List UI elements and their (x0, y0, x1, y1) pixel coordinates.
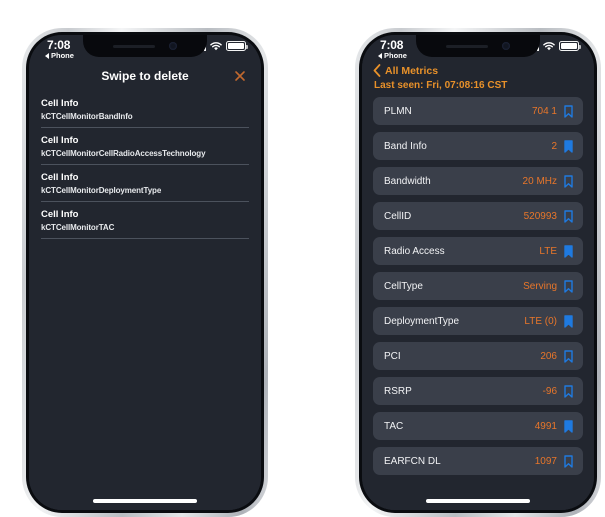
left-phone-device: 7:08 Phone Swipe to delete Cell Info kCT… (22, 28, 268, 517)
metric-value: 1097 (534, 455, 557, 467)
metric-value: -96 (542, 385, 557, 397)
left-header: Swipe to delete (29, 61, 261, 91)
left-phone-bezel: 7:08 Phone Swipe to delete Cell Info kCT… (26, 32, 264, 513)
table-row[interactable]: Bandwidth 20 MHz (373, 167, 583, 195)
list-item[interactable]: Cell Info kCTCellMonitorDeploymentType (41, 165, 249, 202)
metric-label: CellID (384, 210, 412, 222)
metric-value: Serving (523, 280, 557, 292)
left-phone-screen: 7:08 Phone Swipe to delete Cell Info kCT… (29, 35, 261, 510)
chevron-left-icon (373, 64, 381, 77)
battery-icon (226, 41, 248, 51)
bookmark-outline-icon[interactable] (564, 384, 573, 398)
table-row[interactable]: EARFCN DL 1097 (373, 447, 583, 475)
status-bar-time: 7:08 (380, 38, 404, 52)
metric-value: LTE (0) (524, 315, 557, 327)
list-item[interactable]: Cell Info kCTCellMonitorTAC (41, 202, 249, 239)
metric-value: 4991 (534, 420, 557, 432)
earpiece-speaker (446, 44, 488, 48)
status-bar-back-to-phone[interactable]: Phone (378, 51, 407, 60)
cell-info-list: Cell Info kCTCellMonitorBandInfo Cell In… (29, 91, 261, 239)
metric-label: DeploymentType (384, 315, 460, 327)
bookmark-outline-icon[interactable] (564, 349, 573, 363)
list-item-subtitle: kCTCellMonitorTAC (41, 223, 115, 232)
list-item-subtitle: kCTCellMonitorCellRadioAccessTechnology (41, 149, 206, 158)
back-nav-label: All Metrics (385, 64, 439, 77)
bookmark-outline-icon[interactable] (564, 279, 573, 293)
bookmark-outline-icon[interactable] (564, 209, 573, 223)
list-item-subtitle: kCTCellMonitorBandInfo (41, 112, 133, 121)
front-camera-icon (502, 42, 510, 50)
status-bar-back-label: Phone (51, 51, 74, 60)
metric-label: CellType (384, 280, 423, 292)
right-phone-content: All Metrics Last seen: Fri, 07:08:16 CST… (362, 61, 594, 510)
metric-value: LTE (539, 245, 557, 257)
table-row[interactable]: CellType Serving (373, 272, 583, 300)
left-phone-content: Swipe to delete Cell Info kCTCellMonitor… (29, 61, 261, 510)
table-row[interactable]: TAC 4991 (373, 412, 583, 440)
bookmark-filled-icon[interactable] (564, 314, 573, 328)
close-x-icon[interactable] (233, 69, 247, 83)
metric-label: PLMN (384, 105, 412, 117)
table-row[interactable]: PLMN 704 1 (373, 97, 583, 125)
table-row[interactable]: DeploymentType LTE (0) (373, 307, 583, 335)
table-row[interactable]: CellID 520993 (373, 202, 583, 230)
page-title: Swipe to delete (101, 69, 189, 83)
right-phone-bezel: 7:08 Phone All Metrics Last seen: Fri, 0… (359, 32, 597, 513)
metric-value: 206 (540, 350, 557, 362)
bookmark-filled-icon[interactable] (564, 419, 573, 433)
metric-value: 20 MHz (522, 175, 557, 187)
metric-label: Band Info (384, 140, 427, 152)
back-triangle-icon (378, 52, 382, 59)
bookmark-filled-icon[interactable] (564, 244, 573, 258)
wifi-icon (543, 41, 555, 51)
status-bar-back-to-phone[interactable]: Phone (45, 51, 74, 60)
earpiece-speaker (113, 44, 155, 48)
table-row[interactable]: RSRP -96 (373, 377, 583, 405)
list-item-title: Cell Info (41, 209, 79, 220)
right-phone-screen: 7:08 Phone All Metrics Last seen: Fri, 0… (362, 35, 594, 510)
battery-icon (559, 41, 581, 51)
metric-label: TAC (384, 420, 404, 432)
metric-value: 704 1 (531, 105, 557, 117)
back-triangle-icon (45, 52, 49, 59)
wifi-icon (210, 41, 222, 51)
list-item[interactable]: Cell Info kCTCellMonitorBandInfo (41, 91, 249, 128)
right-phone-device: 7:08 Phone All Metrics Last seen: Fri, 0… (355, 28, 601, 517)
notch (83, 35, 207, 57)
list-item[interactable]: Cell Info kCTCellMonitorCellRadioAccessT… (41, 128, 249, 165)
metric-value: 520993 (523, 210, 557, 222)
bookmark-outline-icon[interactable] (564, 104, 573, 118)
list-item-title: Cell Info (41, 172, 79, 183)
bookmark-filled-icon[interactable] (564, 139, 573, 153)
home-indicator[interactable] (426, 499, 530, 503)
home-indicator[interactable] (93, 499, 197, 503)
metrics-list: PLMN 704 1 Band Info 2 Bandwidth 20 MHz (362, 97, 594, 475)
table-row[interactable]: Band Info 2 (373, 132, 583, 160)
bookmark-outline-icon[interactable] (564, 174, 573, 188)
metric-label: PCI (384, 350, 401, 362)
bookmark-outline-icon[interactable] (564, 454, 573, 468)
last-seen-text: Last seen: Fri, 07:08:16 CST (374, 80, 508, 91)
status-bar-back-label: Phone (384, 51, 407, 60)
metric-label: Bandwidth (384, 175, 431, 187)
table-row[interactable]: PCI 206 (373, 342, 583, 370)
back-nav-all-metrics[interactable]: All Metrics (362, 61, 594, 77)
status-bar-time: 7:08 (47, 38, 71, 52)
table-row[interactable]: Radio Access LTE (373, 237, 583, 265)
metric-label: EARFCN DL (384, 455, 441, 467)
front-camera-icon (169, 42, 177, 50)
notch (416, 35, 540, 57)
metric-label: Radio Access (384, 245, 445, 257)
metric-value: 2 (551, 140, 557, 152)
list-item-title: Cell Info (41, 98, 79, 109)
list-item-subtitle: kCTCellMonitorDeploymentType (41, 186, 162, 195)
list-item-title: Cell Info (41, 135, 79, 146)
metric-label: RSRP (384, 385, 412, 397)
